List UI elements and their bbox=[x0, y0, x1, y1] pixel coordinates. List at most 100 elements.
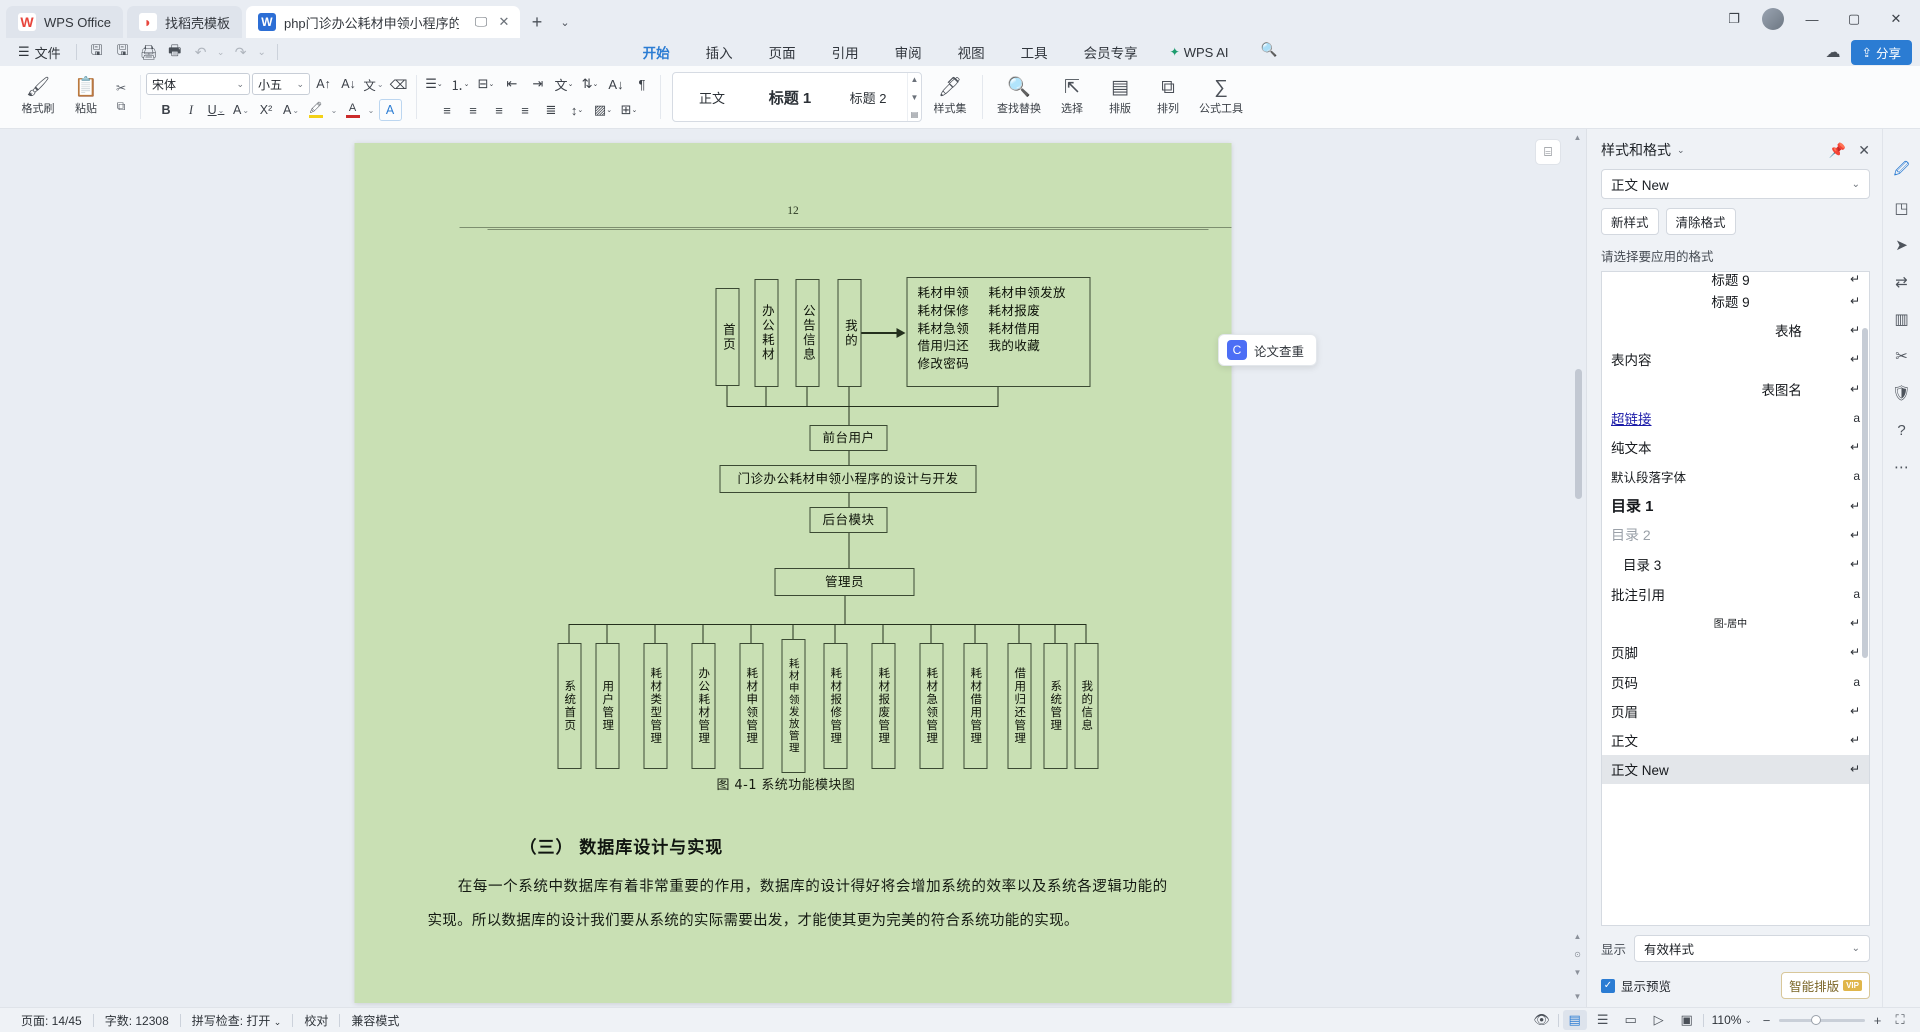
page-layout-view-icon[interactable]: ▤ bbox=[1562, 1010, 1587, 1030]
scroll-prev-page-icon[interactable]: ▲ bbox=[1571, 930, 1584, 943]
style-list-item[interactable]: 表格 ↵ bbox=[1602, 315, 1869, 344]
close-button[interactable]: ✕ bbox=[1876, 3, 1916, 35]
tools-icon[interactable]: ✂ bbox=[1889, 344, 1915, 368]
search-icon[interactable]: 🔍 bbox=[1257, 40, 1282, 64]
style-heading-1[interactable]: 标题 1 bbox=[751, 73, 829, 121]
ai-plagiarism-check-hint[interactable]: C 论文查重 bbox=[1218, 334, 1318, 366]
outline-view-icon[interactable]: ☰ bbox=[1591, 1010, 1615, 1030]
style-list-item-selected[interactable]: 正文 New ↵ bbox=[1602, 754, 1869, 785]
font-color-chevron-icon[interactable]: ⌄ bbox=[366, 99, 377, 121]
proofread-button[interactable]: 校对 bbox=[293, 1012, 339, 1029]
presentation-view-icon[interactable]: ▣ bbox=[1675, 1010, 1699, 1030]
char-shading-button[interactable]: A bbox=[378, 99, 402, 121]
file-menu-button[interactable]: ☰ 文件 bbox=[10, 41, 69, 64]
scroll-up-icon[interactable]: ▲ bbox=[1571, 131, 1584, 144]
scroll-page-marker-icon[interactable]: ⊙ bbox=[1571, 948, 1584, 961]
style-list-item[interactable]: 目录 2 ↵ bbox=[1602, 520, 1869, 549]
avatar[interactable] bbox=[1762, 8, 1784, 30]
style-list-scrollbar[interactable] bbox=[1862, 328, 1868, 658]
bullet-list-icon[interactable]: ☰ ⌄ bbox=[422, 73, 446, 95]
style-heading-2[interactable]: 标题 2 bbox=[829, 73, 907, 121]
bold-button[interactable]: B bbox=[155, 99, 178, 121]
panel-dropdown-icon[interactable]: ⌄ bbox=[1677, 145, 1685, 156]
distribute-icon[interactable]: ≣ bbox=[539, 99, 563, 121]
ribbon-tab-insert[interactable]: 插入 bbox=[702, 40, 737, 64]
fit-page-icon[interactable]: ⛶ bbox=[1888, 1010, 1912, 1030]
print-preview-icon[interactable]: 🖶 bbox=[162, 40, 188, 64]
font-name-select[interactable]: 宋体 ⌄ bbox=[146, 73, 250, 95]
ribbon-tab-view[interactable]: 视图 bbox=[954, 40, 989, 64]
page-count-status[interactable]: 页面: 14/45 bbox=[10, 1012, 93, 1029]
layout-button[interactable]: ▤ 排版 bbox=[1096, 75, 1144, 119]
borders-icon[interactable]: ⊞ ⌄ bbox=[617, 99, 641, 121]
selection-pane-icon[interactable]: ◳ bbox=[1889, 196, 1915, 220]
underline-button[interactable]: U ⌄ bbox=[205, 99, 228, 121]
style-list-item[interactable]: 页眉 ↵ bbox=[1602, 696, 1869, 725]
grow-font-icon[interactable]: A↑ bbox=[312, 73, 335, 95]
print-icon[interactable]: 🖨 bbox=[136, 40, 162, 64]
decrease-indent-icon[interactable]: ⇤ bbox=[500, 73, 524, 95]
document-canvas[interactable]: 12 首页 办公耗材 公告信息 我的 耗材申领 耗材申领发放 耗材保修 耗材报废… bbox=[0, 129, 1586, 1007]
zoom-slider[interactable]: − + bbox=[1760, 1013, 1884, 1028]
clear-format-button[interactable]: 清除格式 bbox=[1665, 208, 1736, 235]
tab-monitor-icon[interactable]: 🖵 bbox=[471, 12, 491, 32]
minimize-button[interactable]: — bbox=[1792, 3, 1832, 35]
style-list-item[interactable]: 表图名 ↵ bbox=[1602, 374, 1869, 403]
word-count-status[interactable]: 字数: 12308 bbox=[94, 1012, 180, 1029]
current-style-select[interactable]: 正文 New ⌄ bbox=[1601, 169, 1870, 199]
zoom-out-button[interactable]: − bbox=[1760, 1013, 1773, 1028]
show-preview-checkbox[interactable]: ✓ bbox=[1601, 978, 1615, 993]
pinyin-icon[interactable]: 文 ⌄ bbox=[552, 73, 576, 95]
ribbon-tab-tools[interactable]: 工具 bbox=[1017, 40, 1052, 64]
style-list-item[interactable]: 批注引用 a bbox=[1602, 579, 1869, 608]
zoom-level-select[interactable]: 110% ⌄ bbox=[1708, 1013, 1756, 1027]
restore-layout-icon[interactable]: ❐ bbox=[1714, 3, 1754, 35]
multilevel-list-icon[interactable]: ⊟ ⌄ bbox=[474, 73, 498, 95]
style-list-item[interactable]: 默认段落字体 a bbox=[1602, 462, 1869, 491]
cursor-icon[interactable]: ➤ bbox=[1889, 233, 1915, 257]
style-list-item[interactable]: 表内容 ↵ bbox=[1602, 345, 1869, 374]
share-button[interactable]: ⇪ 分享 bbox=[1850, 39, 1912, 65]
style-list-item[interactable]: 页码 a bbox=[1602, 667, 1869, 696]
find-replace-button[interactable]: 🔍 查找替换 bbox=[990, 75, 1048, 119]
highlight-chevron-icon[interactable]: ⌄ bbox=[329, 99, 340, 121]
numbered-list-icon[interactable]: ⒈ ⌄ bbox=[448, 73, 472, 95]
highlight-color-button[interactable]: 🖍 bbox=[305, 99, 327, 121]
align-right-icon[interactable]: ≡ bbox=[487, 99, 511, 121]
redo-icon[interactable]: ↷ bbox=[228, 40, 254, 64]
zoom-slider-knob[interactable] bbox=[1811, 1014, 1821, 1025]
save-icon[interactable]: 🖫 bbox=[84, 40, 110, 64]
wps-ai-button[interactable]: ✦ WPS AI bbox=[1170, 40, 1229, 64]
styles-panel-icon[interactable]: 🖉 bbox=[1889, 159, 1915, 183]
style-list-item[interactable]: 超链接 a bbox=[1602, 403, 1869, 432]
ribbon-tab-page[interactable]: 页面 bbox=[765, 40, 800, 64]
pin-panel-icon[interactable]: 📌 bbox=[1829, 142, 1846, 159]
new-tab-button[interactable]: + bbox=[524, 9, 550, 35]
maximize-button[interactable]: ▢ bbox=[1834, 3, 1874, 35]
superscript-button[interactable]: X² bbox=[255, 99, 278, 121]
increase-indent-icon[interactable]: ⇥ bbox=[526, 73, 550, 95]
spellcheck-status[interactable]: 拼写检查: 打开 ⌄ bbox=[181, 1012, 293, 1029]
header-footer-icon[interactable]: ⌸ bbox=[1535, 139, 1561, 165]
compatibility-mode-status[interactable]: 兼容模式 bbox=[340, 1012, 410, 1029]
align-center-icon[interactable]: ≡ bbox=[461, 99, 485, 121]
help-icon[interactable]: ? bbox=[1889, 418, 1915, 442]
style-list-item[interactable]: 标题 9 ↵ bbox=[1602, 272, 1869, 286]
style-list-item[interactable]: 目录 3 ↵ bbox=[1602, 550, 1869, 579]
scrollbar-thumb[interactable] bbox=[1575, 369, 1582, 499]
ribbon-tab-home[interactable]: 开始 bbox=[639, 40, 674, 64]
paste-button[interactable]: 📋 粘贴 bbox=[62, 75, 110, 119]
smart-layout-button[interactable]: 智能排版 VIP bbox=[1781, 972, 1870, 999]
undo-dropdown-icon[interactable]: ⌄ bbox=[214, 40, 228, 64]
scroll-next-page-icon[interactable]: ▼ bbox=[1571, 966, 1584, 979]
ribbon-tab-reference[interactable]: 引用 bbox=[828, 40, 863, 64]
style-list-item[interactable]: 纯文本 ↵ bbox=[1602, 432, 1869, 461]
shrink-font-icon[interactable]: A↓ bbox=[337, 73, 360, 95]
font-color-button[interactable]: A bbox=[342, 99, 364, 121]
focus-mode-icon[interactable]: 👁 bbox=[1530, 1010, 1554, 1030]
save-as-icon[interactable]: 🖫 bbox=[110, 40, 136, 64]
align-left-icon[interactable]: ≡ bbox=[435, 99, 459, 121]
style-list-item[interactable]: 图-居中 ↵ bbox=[1602, 608, 1869, 637]
style-set-button[interactable]: 🖊 样式集 bbox=[926, 75, 974, 119]
sort-az-icon[interactable]: A↓ bbox=[604, 73, 628, 95]
